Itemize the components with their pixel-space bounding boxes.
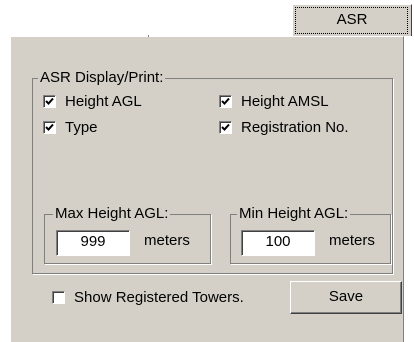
height-agl-label: Height AGL <box>65 93 142 110</box>
show-registered-check-box[interactable] <box>52 291 65 304</box>
asr-display-legend: ASR Display/Print: <box>38 69 166 87</box>
height-amsl-check-box[interactable] <box>219 95 232 108</box>
registration-no-label: Registration No. <box>241 119 349 136</box>
checkmark-icon <box>45 123 54 131</box>
height-agl-check-box[interactable] <box>43 95 56 108</box>
checkmark-icon <box>221 123 230 131</box>
max-height-unit: meters <box>144 232 190 249</box>
show-registered-checkbox[interactable]: Show Registered Towers. <box>52 289 244 306</box>
type-checkbox[interactable]: Type <box>43 119 98 136</box>
registration-no-checkbox[interactable]: Registration No. <box>219 119 349 136</box>
type-label: Type <box>65 119 98 136</box>
show-registered-label: Show Registered Towers. <box>74 289 244 306</box>
height-amsl-checkbox[interactable]: Height AMSL <box>219 93 329 110</box>
tab-asr[interactable]: ASR <box>292 4 412 36</box>
save-button[interactable]: Save <box>290 281 402 314</box>
registration-no-check-box[interactable] <box>219 121 232 134</box>
tab-asr-label: ASR <box>336 11 368 28</box>
checkmark-icon <box>45 97 54 105</box>
min-height-unit: meters <box>329 232 375 249</box>
max-height-input[interactable]: 999 <box>56 230 130 256</box>
max-height-legend: Max Height AGL: <box>53 205 171 223</box>
height-amsl-label: Height AMSL <box>241 93 329 110</box>
checkmark-icon <box>221 97 230 105</box>
height-agl-checkbox[interactable]: Height AGL <box>43 93 142 110</box>
type-check-box[interactable] <box>43 121 56 134</box>
min-height-input[interactable]: 100 <box>241 230 315 256</box>
min-height-legend: Min Height AGL: <box>237 205 351 223</box>
tab-strip-mark <box>148 35 149 37</box>
